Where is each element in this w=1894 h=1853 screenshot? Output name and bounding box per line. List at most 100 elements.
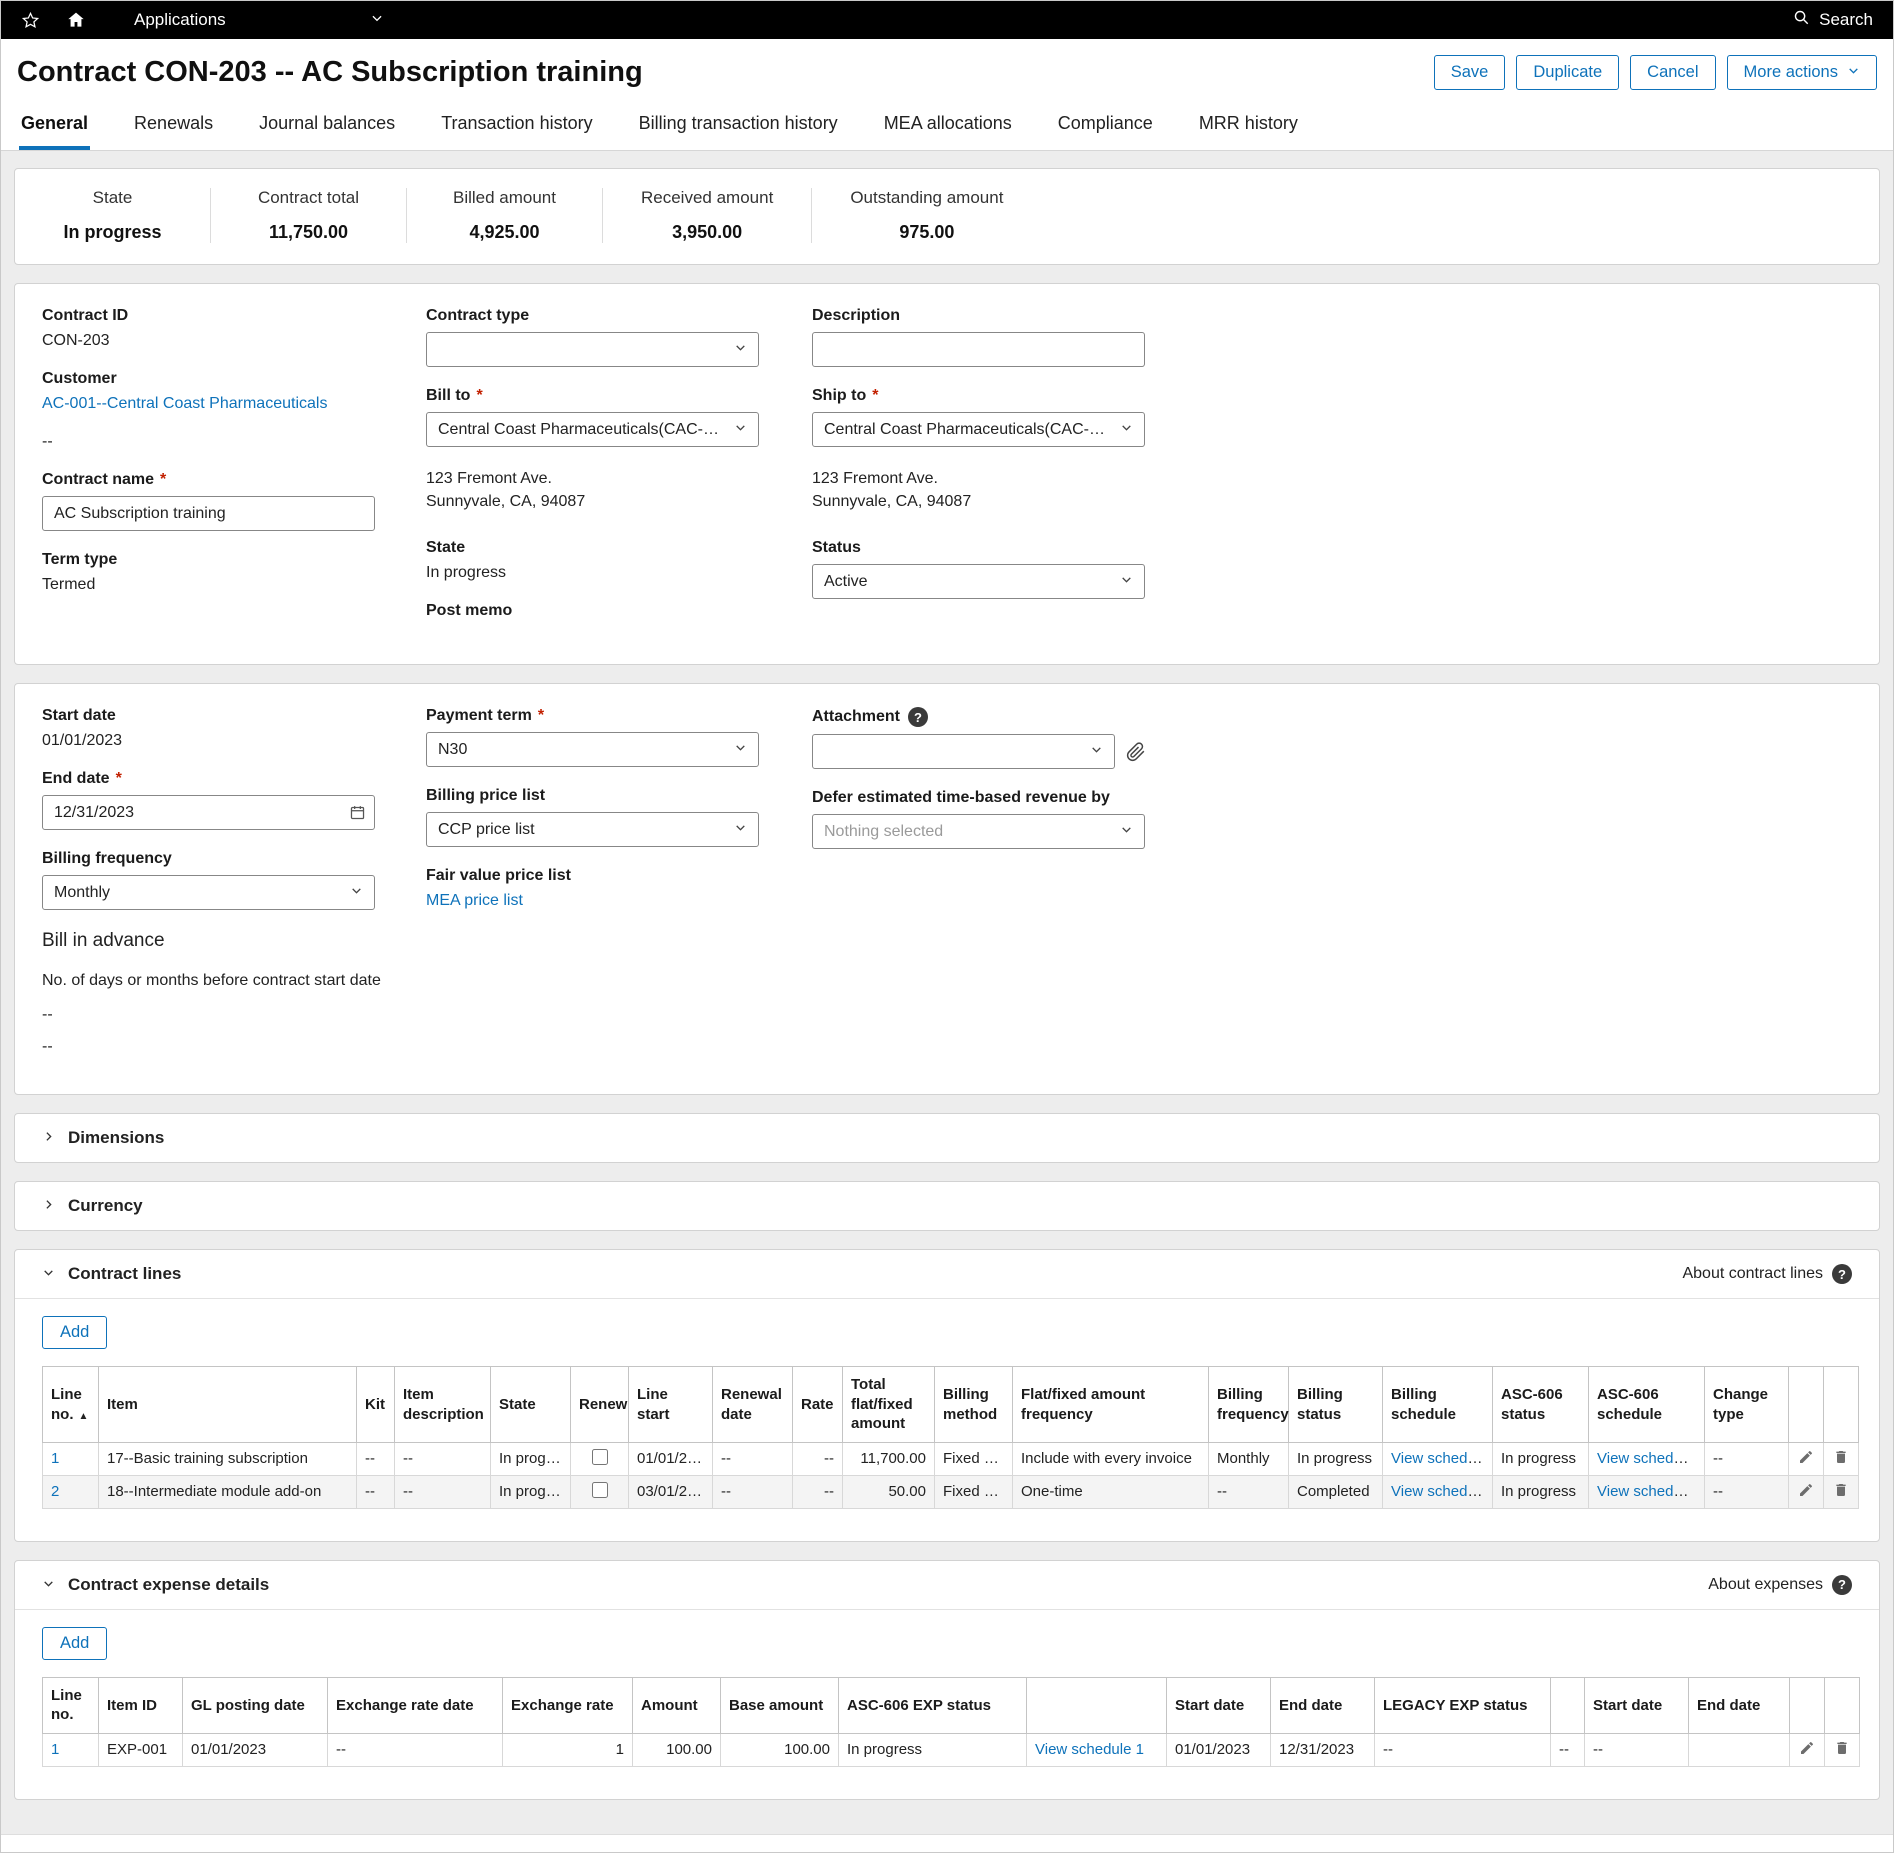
end-date-input[interactable]	[42, 795, 375, 830]
tab-journal-balances[interactable]: Journal balances	[257, 104, 397, 150]
contract-line-row-2: 2 18--Intermediate module add-on -- -- I…	[43, 1475, 1859, 1508]
contract-expense-toggle[interactable]: Contract expense details	[42, 1575, 269, 1595]
summary-outstanding-amount: Outstanding amount 975.00	[812, 188, 1041, 243]
applications-menu[interactable]: Applications	[134, 10, 384, 30]
asc606-schedule-link[interactable]: View schedule 1	[1597, 1483, 1705, 1500]
app-window: Applications Search Contract CON-203 -- …	[0, 0, 1894, 1853]
dimensions-section-toggle[interactable]: Dimensions	[14, 1113, 1880, 1163]
start-date-value: 01/01/2023	[42, 732, 426, 750]
cancel-button[interactable]: Cancel	[1630, 55, 1715, 90]
tab-mea-allocations[interactable]: MEA allocations	[882, 104, 1014, 150]
contract-lines-help-icon[interactable]	[1832, 1264, 1852, 1284]
cell-billing-method: Fixed price	[935, 1475, 1013, 1508]
attachment-select[interactable]	[812, 734, 1115, 769]
cell-change-type: --	[1705, 1475, 1789, 1508]
tab-transaction-history[interactable]: Transaction history	[439, 104, 594, 150]
search-label: Search	[1819, 10, 1873, 30]
delete-icon[interactable]	[1834, 1740, 1850, 1756]
billing-schedule-link[interactable]: View schedule	[1391, 1483, 1487, 1500]
cell-line-start: 03/01/2023	[629, 1475, 713, 1508]
summary-label: Outstanding amount	[850, 188, 1003, 208]
days-before-value: --	[42, 1006, 426, 1024]
add-expense-button[interactable]: Add	[42, 1627, 107, 1660]
asc606-exp-schedule-link[interactable]: View schedule 1	[1035, 1741, 1144, 1758]
edit-icon[interactable]	[1798, 1449, 1814, 1465]
search-button[interactable]: Search	[1793, 9, 1873, 31]
col-line-no: Line no.	[43, 1677, 99, 1733]
billing-price-list-select[interactable]: CCP price list	[426, 812, 759, 847]
general-col-left: Contract ID CON-203 Customer AC-001--Cen…	[42, 307, 426, 614]
tab-renewals[interactable]: Renewals	[132, 104, 215, 150]
cell-item: 18--Intermediate module add-on	[99, 1475, 357, 1508]
contract-lines-toggle[interactable]: Contract lines	[42, 1264, 181, 1284]
chevron-right-icon	[42, 1196, 55, 1216]
delete-icon[interactable]	[1833, 1449, 1849, 1465]
renew-checkbox[interactable]	[592, 1449, 608, 1465]
billing-schedule-link[interactable]: View schedule	[1391, 1450, 1487, 1467]
add-contract-line-button[interactable]: Add	[42, 1316, 107, 1349]
col-item-id: Item ID	[99, 1677, 183, 1733]
billing-frequency-select[interactable]: Monthly	[42, 875, 375, 910]
col-renewal-date: Renewal date	[713, 1367, 793, 1443]
home-icon[interactable]	[66, 10, 86, 30]
line-number-link[interactable]: 1	[51, 1741, 59, 1758]
tab-mrr-history[interactable]: MRR history	[1197, 104, 1300, 150]
contract-expense-title: Contract expense details	[68, 1575, 269, 1595]
more-actions-button[interactable]: More actions	[1727, 55, 1877, 90]
currency-section-toggle[interactable]: Currency	[14, 1181, 1880, 1231]
col-item: Item	[99, 1367, 357, 1443]
chevron-down-icon	[734, 821, 747, 839]
status-select[interactable]: Active	[812, 564, 1145, 599]
paperclip-icon[interactable]	[1126, 742, 1146, 762]
defer-revenue-select[interactable]: Nothing selected	[812, 814, 1145, 849]
payment-term-select[interactable]: N30	[426, 732, 759, 767]
expenses-help-icon[interactable]	[1832, 1575, 1852, 1595]
page-header: Contract CON-203 -- AC Subscription trai…	[1, 39, 1893, 96]
ship-to-address: 123 Fremont Ave. Sunnyvale, CA, 94087	[812, 467, 1852, 513]
col-billing-status: Billing status	[1289, 1367, 1383, 1443]
customer-label: Customer	[42, 370, 426, 388]
favorites-star-icon[interactable]	[21, 11, 40, 30]
ship-to-select[interactable]: Central Coast Pharmaceuticals(CAC-001)	[812, 412, 1145, 447]
line-number-link[interactable]: 2	[51, 1483, 59, 1500]
tab-billing-transaction-history[interactable]: Billing transaction history	[637, 104, 840, 150]
about-contract-lines: About contract lines	[1682, 1264, 1852, 1284]
line-number-link[interactable]: 1	[51, 1450, 59, 1467]
summary-value: 3,950.00	[641, 222, 773, 243]
col-item-description: Item description	[395, 1367, 491, 1443]
cell-state: In progress	[491, 1442, 571, 1475]
asc606-schedule-link[interactable]: View schedule 1	[1597, 1450, 1705, 1467]
cell-legacy-schedule: --	[1551, 1733, 1585, 1766]
attachment-help-icon[interactable]	[908, 707, 928, 727]
contract-type-select[interactable]	[426, 332, 759, 367]
cell-rate: --	[793, 1442, 843, 1475]
edit-icon[interactable]	[1799, 1740, 1815, 1756]
calendar-icon[interactable]	[349, 804, 366, 821]
bill-to-select[interactable]: Central Coast Pharmaceuticals(CAC-001)	[426, 412, 759, 447]
delete-icon[interactable]	[1833, 1482, 1849, 1498]
edit-icon[interactable]	[1798, 1482, 1814, 1498]
description-label: Description	[812, 307, 1852, 325]
contract-name-input[interactable]	[42, 496, 375, 531]
col-flat-fixed-amount-frequency: Flat/fixed amount frequency	[1013, 1367, 1209, 1443]
renew-checkbox[interactable]	[592, 1482, 608, 1498]
cell-start-date: 01/01/2023	[1167, 1733, 1271, 1766]
col-line-no[interactable]: Line no.▲	[43, 1367, 99, 1443]
col-asc606-exp-status: ASC-606 EXP status	[839, 1677, 1027, 1733]
state-label: State	[426, 539, 812, 557]
tab-compliance[interactable]: Compliance	[1056, 104, 1155, 150]
summary-label: Received amount	[641, 188, 773, 208]
description-input[interactable]	[812, 332, 1145, 367]
contract-lines-table: Line no.▲ Item Kit Item description Stat…	[42, 1366, 1859, 1509]
col-kit: Kit	[357, 1367, 395, 1443]
tab-general[interactable]: General	[19, 104, 90, 150]
cell-flat-fixed-frequency: One-time	[1013, 1475, 1209, 1508]
mea-price-list-link[interactable]: MEA price list	[426, 892, 523, 909]
col-legacy-start-date: Start date	[1585, 1677, 1689, 1733]
col-asc606-exp-schedule	[1027, 1677, 1167, 1733]
duplicate-button[interactable]: Duplicate	[1516, 55, 1619, 90]
contract-lines-header: Contract lines About contract lines	[15, 1250, 1879, 1299]
cell-flat-fixed-frequency: Include with every invoice	[1013, 1442, 1209, 1475]
save-button[interactable]: Save	[1434, 55, 1506, 90]
customer-link[interactable]: AC-001--Central Coast Pharmaceuticals	[42, 395, 327, 412]
